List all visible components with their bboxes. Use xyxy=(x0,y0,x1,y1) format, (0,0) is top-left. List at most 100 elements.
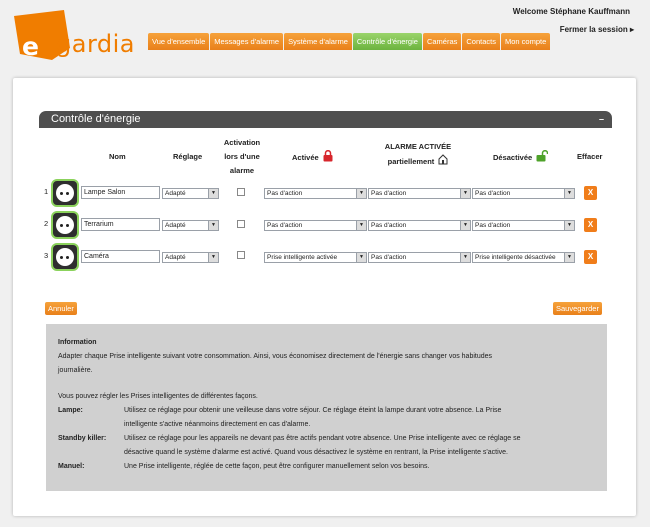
delete-button[interactable]: X xyxy=(584,218,597,232)
info-lampe-line2: intelligente s'active néanmoins directem… xyxy=(124,421,311,428)
tab-overview[interactable]: Vue d'ensemble xyxy=(148,33,210,50)
alarm-activation-checkbox[interactable] xyxy=(237,188,245,196)
col-header-activation-line2: lors d'une xyxy=(224,152,260,161)
deactivated-action-select[interactable]: Prise intelligente désactivée ▼ xyxy=(472,252,575,263)
info-manuel-label: Manuel: xyxy=(58,463,85,470)
col-header-activated-label: Activée xyxy=(292,153,319,162)
logout-link[interactable]: Fermer la session ▸ xyxy=(560,25,634,34)
setting-select[interactable]: Adapté ▼ xyxy=(162,188,219,199)
info-standby-line2: désactive quand le système d'alarme est … xyxy=(124,449,508,456)
tab-cameras[interactable]: Caméras xyxy=(422,33,462,50)
lock-open-icon xyxy=(536,149,549,162)
chevron-down-icon: ▼ xyxy=(356,221,366,230)
chevron-down-icon: ▼ xyxy=(208,221,218,230)
setting-select[interactable]: Adapté ▼ xyxy=(162,220,219,231)
activated-action-value: Prise intelligente activée xyxy=(267,254,338,261)
tab-contacts[interactable]: Contacts xyxy=(462,33,500,50)
setting-select-value: Adapté xyxy=(165,190,186,197)
setting-select[interactable]: Adapté ▼ xyxy=(162,252,219,263)
col-header-deactivated: Désactivée xyxy=(493,149,549,165)
tab-my-account[interactable]: Mon compte xyxy=(500,33,551,50)
activated-action-select[interactable]: Pas d'action ▼ xyxy=(264,188,367,199)
plug-name-input[interactable]: Terrarium xyxy=(81,218,160,231)
activated-action-value: Pas d'action xyxy=(267,190,303,197)
main-panel: Contrôle d'énergie – Nom Réglage Activat… xyxy=(13,78,636,516)
partial-action-select[interactable]: Pas d'action ▼ xyxy=(368,220,471,231)
delete-button[interactable]: X xyxy=(584,186,597,200)
tab-alarm-system[interactable]: Système d'alarme xyxy=(284,33,352,50)
chevron-down-icon: ▼ xyxy=(356,189,366,198)
row-number: 1 xyxy=(44,187,49,196)
col-header-activated: Activée xyxy=(292,149,333,165)
col-header-partial-line2: partiellement xyxy=(387,157,435,166)
chevron-down-icon: ▼ xyxy=(564,221,574,230)
smart-plug-icon xyxy=(51,179,79,207)
smart-plug-icon xyxy=(51,211,79,239)
delete-button[interactable]: X xyxy=(584,250,597,264)
info-lampe-line1: Utilisez ce réglage pour obtenir une vei… xyxy=(124,407,502,414)
deactivated-action-select[interactable]: Pas d'action ▼ xyxy=(472,220,575,231)
alarm-activation-checkbox[interactable] xyxy=(237,251,245,259)
info-standby-line1: Utilisez ce réglage pour les appareils n… xyxy=(124,435,521,442)
section-title: Contrôle d'énergie xyxy=(51,113,141,125)
col-header-partial-line1: ALARME ACTIVÉE xyxy=(384,142,452,151)
logo-text: gardia xyxy=(56,30,135,58)
chevron-down-icon: ▼ xyxy=(460,253,470,262)
col-header-activation-line3: alarme xyxy=(229,166,255,175)
tab-energy-control[interactable]: Contrôle d'énergie xyxy=(352,33,422,50)
info-manuel-line1: Une Prise intelligente, réglée de cette … xyxy=(124,463,430,470)
col-header-partial-line2-wrap: partiellement xyxy=(381,154,455,169)
info-lampe-label: Lampe: xyxy=(58,407,83,414)
chevron-down-icon: ▼ xyxy=(208,253,218,262)
partial-action-select[interactable]: Pas d'action ▼ xyxy=(368,252,471,263)
deactivated-action-value: Pas d'action xyxy=(475,190,511,197)
smart-plug-icon xyxy=(51,243,79,271)
partial-action-value: Pas d'action xyxy=(371,222,407,229)
col-header-deactivated-label: Désactivée xyxy=(493,153,533,162)
chevron-down-icon: ▼ xyxy=(208,189,218,198)
activated-action-select[interactable]: Prise intelligente activée ▼ xyxy=(264,252,367,263)
deactivated-action-value: Pas d'action xyxy=(475,222,511,229)
partial-action-value: Pas d'action xyxy=(371,190,407,197)
minimize-button[interactable]: – xyxy=(599,114,604,124)
egardia-logo[interactable]: e gardia xyxy=(12,10,137,62)
setting-select-value: Adapté xyxy=(165,254,186,261)
chevron-down-icon: ▼ xyxy=(460,221,470,230)
info-title: Information xyxy=(58,339,97,346)
row-number: 2 xyxy=(44,219,49,228)
col-header-activation-line1: Activation xyxy=(223,138,261,147)
deactivated-action-value: Prise intelligente désactivée xyxy=(475,254,556,261)
section-header: Contrôle d'énergie – xyxy=(39,111,612,128)
chevron-down-icon: ▼ xyxy=(564,189,574,198)
chevron-down-icon: ▼ xyxy=(460,189,470,198)
tab-alarm-messages[interactable]: Messages d'alarme xyxy=(210,33,284,50)
info-standby-label: Standby killer: xyxy=(58,435,107,442)
lock-closed-icon xyxy=(323,149,333,162)
save-button[interactable]: Sauvegarder xyxy=(553,302,602,315)
col-header-partial: ALARME ACTIVÉE partiellement xyxy=(381,140,455,169)
alarm-activation-checkbox[interactable] xyxy=(237,220,245,228)
activated-action-select[interactable]: Pas d'action ▼ xyxy=(264,220,367,231)
activated-action-value: Pas d'action xyxy=(267,222,303,229)
info-paragraph-line1: Adapter chaque Prise intelligente suivan… xyxy=(58,353,493,360)
partial-action-select[interactable]: Pas d'action ▼ xyxy=(368,188,471,199)
house-icon xyxy=(438,154,448,165)
setting-select-value: Adapté xyxy=(165,222,186,229)
chevron-down-icon: ▼ xyxy=(356,253,366,262)
chevron-down-icon: ▼ xyxy=(564,253,574,262)
col-header-delete: Effacer xyxy=(577,152,603,161)
deactivated-action-select[interactable]: Pas d'action ▼ xyxy=(472,188,575,199)
col-header-name: Nom xyxy=(109,152,126,161)
col-header-activation: Activation lors d'une alarme xyxy=(219,136,265,178)
info-paragraph-line2: journalière. xyxy=(58,367,93,374)
partial-action-value: Pas d'action xyxy=(371,254,407,261)
main-nav: Vue d'ensemble Messages d'alarme Système… xyxy=(148,33,551,50)
info-intro: Vous pouvez régler les Prises intelligen… xyxy=(58,393,258,400)
plug-name-input[interactable]: Caméra xyxy=(81,250,160,263)
row-number: 3 xyxy=(44,251,49,260)
plug-name-input[interactable]: Lampe Salon xyxy=(81,186,160,199)
welcome-text: Welcome Stéphane Kauffmann xyxy=(512,7,630,16)
col-header-setting: Réglage xyxy=(173,152,203,161)
information-box: Information Adapter chaque Prise intelli… xyxy=(46,324,607,491)
cancel-button[interactable]: Annuler xyxy=(45,302,77,315)
